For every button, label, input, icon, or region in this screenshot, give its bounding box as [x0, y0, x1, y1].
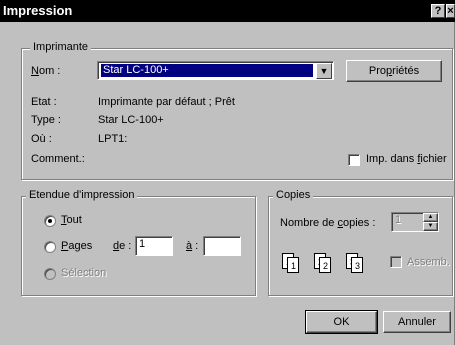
- printer-name-value: Star LC-100+: [101, 64, 313, 77]
- where-label: Où :: [31, 133, 52, 145]
- properties-button-label: Propriétés: [368, 65, 420, 77]
- range-pages-label[interactable]: Pages: [61, 240, 92, 252]
- range-to-input[interactable]: [203, 236, 241, 256]
- printer-name-select[interactable]: Star LC-100+ ▼: [97, 61, 334, 80]
- print-to-file-label[interactable]: Imp. dans fichier: [366, 153, 447, 165]
- range-to-label: à :: [186, 240, 199, 252]
- cancel-button[interactable]: Annuler: [383, 311, 451, 333]
- status-label: Etat :: [31, 96, 57, 108]
- range-selection-label[interactable]: Sélection: [61, 267, 106, 279]
- page-icon-front-1: 1: [287, 257, 299, 273]
- print-dialog: Impression ? × Imprimante Nom : Star LC-…: [0, 0, 455, 345]
- copies-group-label: Copies: [273, 189, 314, 201]
- page-icon-front-3: 3: [351, 257, 363, 273]
- range-selection-radio[interactable]: [44, 268, 56, 280]
- close-button[interactable]: ×: [446, 4, 455, 18]
- type-label: Type :: [31, 114, 61, 126]
- printer-name-label: Nom :: [31, 65, 61, 77]
- range-from-input[interactable]: 1: [135, 236, 173, 256]
- ok-button[interactable]: OK: [305, 310, 378, 334]
- type-value: Star LC-100+: [98, 114, 164, 126]
- range-all-radio[interactable]: [44, 215, 56, 227]
- chevron-down-icon[interactable]: ▼: [316, 63, 332, 79]
- printer-group-label: Imprimante: [30, 41, 92, 53]
- status-value: Imprimante par défaut ; Prêt: [98, 96, 235, 108]
- copies-group: Copies: [268, 189, 453, 296]
- range-from-label: de :: [113, 240, 132, 252]
- help-button[interactable]: ?: [431, 4, 445, 18]
- range-all-label[interactable]: Tout: [61, 214, 82, 226]
- title-bar[interactable]: Impression ? ×: [0, 0, 455, 22]
- print-to-file-checkbox[interactable]: [348, 154, 360, 166]
- dialog-title: Impression: [3, 3, 73, 18]
- spin-up-icon[interactable]: ▲: [423, 213, 438, 222]
- copies-count-label: Nombre de copies :: [280, 217, 376, 229]
- page-icon-front-2: 2: [319, 257, 331, 273]
- range-pages-radio[interactable]: [44, 241, 56, 253]
- comment-label: Comment.:: [31, 153, 85, 165]
- collate-label[interactable]: Assemb.: [407, 256, 450, 268]
- collate-checkbox[interactable]: [390, 256, 402, 268]
- where-value: LPT1:: [98, 133, 128, 145]
- print-range-group-label: Etendue d'impression: [26, 189, 138, 201]
- spin-down-icon[interactable]: ▼: [423, 222, 438, 231]
- properties-button[interactable]: Propriétés: [346, 60, 442, 82]
